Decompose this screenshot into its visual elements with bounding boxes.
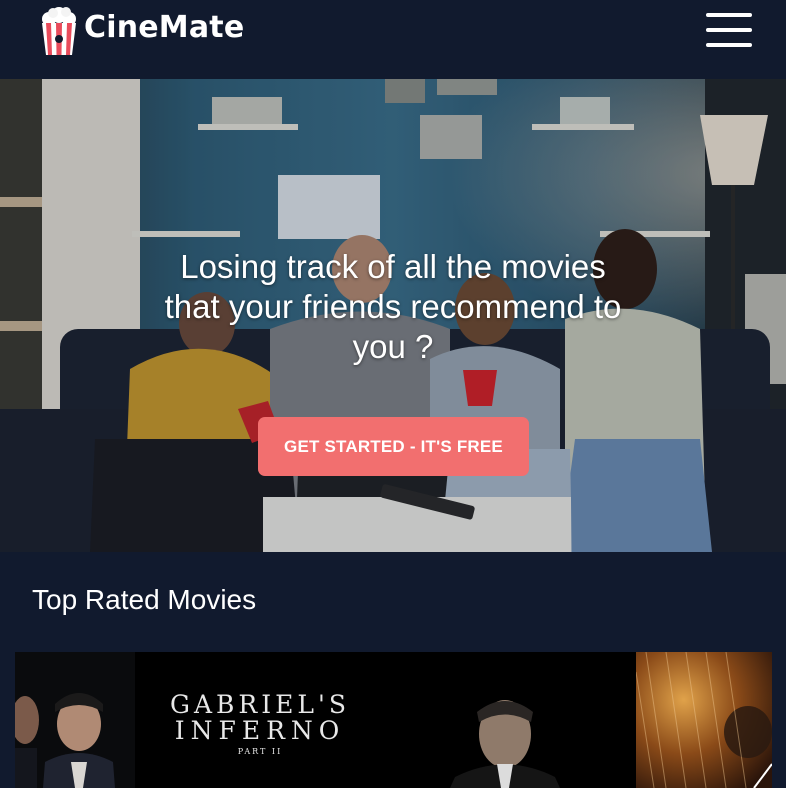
poster-1-image <box>15 652 135 788</box>
brand-name[interactable]: CineMate <box>84 10 244 45</box>
top-rated-carousel[interactable]: GABRIEL'S INFERNO PART II <box>15 652 772 788</box>
movie-poster-4[interactable] <box>636 652 772 788</box>
top-rated-section-title: Top Rated Movies <box>32 584 257 615</box>
movie-poster-3[interactable] <box>385 652 636 788</box>
poster-2-title-line-2: INFERNO <box>174 716 346 745</box>
poster-2-title-line-1: GABRIEL'S <box>170 690 350 719</box>
poster-3-image <box>385 652 636 788</box>
movie-poster-1[interactable] <box>15 652 135 788</box>
hero-headline-line-2: that your friends recommend to <box>164 288 622 325</box>
poster-4-image <box>636 652 772 788</box>
get-started-button[interactable]: GET STARTED - IT'S FREE <box>258 417 529 476</box>
hamburger-menu-icon[interactable] <box>706 13 752 47</box>
hero-headline-line-3: you ? <box>352 328 434 365</box>
poster-2-subtitle: PART II <box>237 747 283 756</box>
hero-banner: Losing track of all the movies that your… <box>0 79 786 552</box>
hero-headline: Losing track of all the movies that your… <box>113 247 673 367</box>
movie-poster-2[interactable]: GABRIEL'S INFERNO PART II <box>135 652 385 788</box>
top-navbar: CineMate <box>0 0 786 79</box>
popcorn-icon[interactable] <box>39 6 79 56</box>
hero-headline-line-1: Losing track of all the movies <box>180 248 606 285</box>
